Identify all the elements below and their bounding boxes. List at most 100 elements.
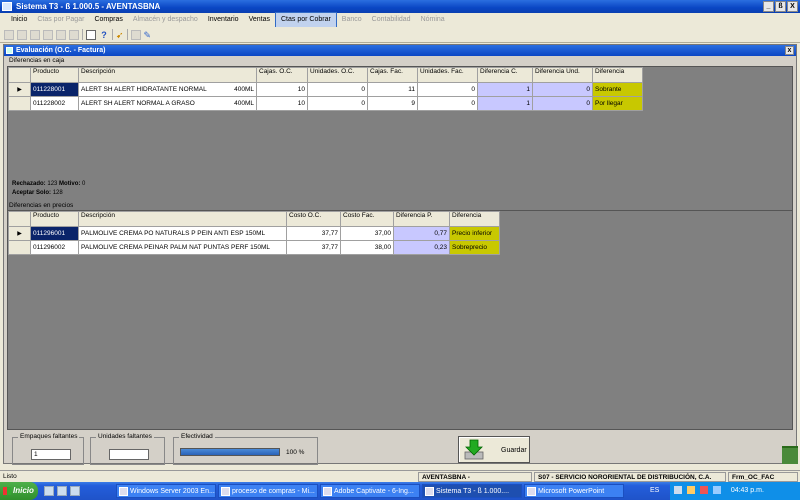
cell-descripcion[interactable]: ALERT SH ALERT NORMAL A GRASO 400ML bbox=[78, 96, 257, 111]
tray-network-icon[interactable] bbox=[674, 486, 682, 495]
cell-diferencia[interactable]: Sobreprecio bbox=[449, 240, 500, 255]
col-cajas-fac[interactable]: Cajas. Fac. bbox=[367, 67, 418, 83]
cell-costo-fac[interactable]: 38,00 bbox=[340, 240, 394, 255]
cell-costo-fac[interactable]: 37,00 bbox=[340, 226, 394, 241]
table-row[interactable]: 011228002 ALERT SH ALERT NORMAL A GRASO 4… bbox=[8, 96, 643, 111]
ie-icon[interactable] bbox=[70, 486, 80, 496]
app-titlebar[interactable]: Sistema T3 - ß 1.000.5 - AVENTASBNA _ ß … bbox=[0, 0, 800, 13]
task-proceso-compras[interactable]: proceso de compras - Mi... bbox=[218, 484, 318, 498]
new-icon[interactable] bbox=[4, 29, 14, 40]
task-adobe-captivate[interactable]: Adobe Captivate - 6-Ing... bbox=[320, 484, 420, 498]
menu-compras[interactable]: Compras bbox=[89, 13, 127, 27]
unidades-input[interactable] bbox=[109, 449, 149, 460]
help-icon[interactable]: ? bbox=[99, 30, 109, 40]
cell-diferencia[interactable]: Por llegar bbox=[592, 96, 643, 111]
col-descripcion[interactable]: Descripción bbox=[78, 211, 287, 227]
col-unidades-oc[interactable]: Unidades. O.C. bbox=[307, 67, 368, 83]
tray-volume-icon[interactable] bbox=[712, 486, 721, 495]
language-indicator[interactable]: ES bbox=[650, 482, 659, 500]
col-diferencia-p[interactable]: Diferencia P. bbox=[393, 211, 450, 227]
col-diferencia[interactable]: Diferencia bbox=[449, 211, 500, 227]
cell-cajas-fac[interactable]: 11 bbox=[367, 82, 418, 97]
cell-diferencia-p[interactable]: 0,23 bbox=[393, 240, 450, 255]
start-label: Inicio bbox=[13, 486, 34, 495]
cell-producto[interactable]: 011296002 bbox=[30, 240, 79, 255]
child-close-button[interactable]: x bbox=[785, 46, 794, 55]
close-button[interactable]: X bbox=[787, 1, 798, 12]
table-row[interactable]: ▶ 011296001 PALMOLIVE CREMA PO NATURALS … bbox=[8, 226, 500, 241]
child-titlebar[interactable]: Evaluación (O.C. - Factura) x bbox=[4, 45, 796, 56]
cell-costo-oc[interactable]: 37,77 bbox=[286, 240, 341, 255]
col-costo-fac[interactable]: Costo Fac. bbox=[340, 211, 394, 227]
col-producto[interactable]: Producto bbox=[30, 211, 79, 227]
cell-diferencia-c[interactable]: 1 bbox=[477, 82, 533, 97]
open-icon[interactable] bbox=[17, 29, 27, 40]
task-windows-server[interactable]: Windows Server 2003 En... bbox=[116, 484, 216, 498]
cell-unidades-fac[interactable]: 0 bbox=[417, 96, 478, 111]
cell-diferencia-p[interactable]: 0,77 bbox=[393, 226, 450, 241]
recycle-icon[interactable] bbox=[782, 446, 798, 464]
start-button[interactable]: Inicio bbox=[0, 482, 38, 500]
cell-unidades-fac[interactable]: 0 bbox=[417, 82, 478, 97]
task-sistema-t3[interactable]: Sistema T3 - ß 1.000.... bbox=[422, 484, 522, 498]
menu-ctas-por-pagar[interactable]: Ctas por Pagar bbox=[32, 13, 89, 27]
cell-descripcion[interactable]: PALMOLIVE CREMA PO NATURALS P PEIN ANTI … bbox=[78, 226, 287, 241]
task-icon bbox=[323, 487, 332, 496]
menu-almacen[interactable]: Almacén y despacho bbox=[128, 13, 203, 27]
menu-inicio[interactable]: Inicio bbox=[6, 13, 32, 27]
calculator-icon[interactable] bbox=[130, 29, 141, 40]
menu-contabilidad[interactable]: Contabilidad bbox=[367, 13, 416, 27]
guardar-button[interactable]: Guardar bbox=[458, 436, 530, 463]
cell-cajas-fac[interactable]: 9 bbox=[367, 96, 418, 111]
cell-cajas-oc[interactable]: 10 bbox=[256, 82, 308, 97]
cell-producto[interactable]: 011228002 bbox=[30, 96, 79, 111]
caja-header-row: Producto Descripción Cajas. O.C. Unidade… bbox=[8, 67, 643, 83]
col-producto[interactable]: Producto bbox=[30, 67, 79, 83]
cell-cajas-oc[interactable]: 10 bbox=[256, 96, 308, 111]
cancel-icon[interactable] bbox=[69, 29, 79, 40]
col-costo-oc[interactable]: Costo O.C. bbox=[286, 211, 341, 227]
cell-unidades-oc[interactable]: 0 bbox=[307, 82, 368, 97]
undo-icon[interactable] bbox=[56, 29, 66, 40]
cell-costo-oc[interactable]: 37,77 bbox=[286, 226, 341, 241]
tray-shield-icon[interactable] bbox=[686, 486, 695, 495]
menu-banco[interactable]: Banco bbox=[337, 13, 367, 27]
col-diferencia[interactable]: Diferencia bbox=[592, 67, 643, 83]
menu-inventario[interactable]: Inventario bbox=[203, 13, 244, 27]
arrow-icon[interactable]: ➹ bbox=[116, 30, 124, 40]
minimize-button[interactable]: _ bbox=[763, 1, 774, 12]
tray-alert-icon[interactable] bbox=[699, 486, 708, 495]
pen-icon[interactable]: ✎ bbox=[144, 30, 152, 40]
cell-diferencia-c[interactable]: 1 bbox=[477, 96, 533, 111]
maximize-button[interactable]: ß bbox=[775, 1, 786, 12]
show-desktop-icon[interactable] bbox=[44, 486, 54, 496]
menu-ctas-por-cobrar[interactable]: Ctas por Cobrar bbox=[275, 12, 337, 28]
col-unidades-fac[interactable]: Unidades. Fac. bbox=[417, 67, 478, 83]
empaques-input[interactable]: 1 bbox=[31, 449, 71, 460]
menu-nomina[interactable]: Nómina bbox=[416, 13, 450, 27]
col-diferencia-und[interactable]: Diferencia Und. bbox=[532, 67, 593, 83]
cell-diferencia-und[interactable]: 0 bbox=[532, 96, 593, 111]
col-descripcion[interactable]: Descripción bbox=[78, 67, 257, 83]
task-powerpoint[interactable]: Microsoft PowerPoint bbox=[524, 484, 624, 498]
delete-icon[interactable] bbox=[43, 29, 53, 40]
table-row[interactable]: ▶ 011228001 ALERT SH ALERT HIDRATANTE NO… bbox=[8, 82, 643, 97]
cell-unidades-oc[interactable]: 0 bbox=[307, 96, 368, 111]
cell-diferencia-und[interactable]: 0 bbox=[532, 82, 593, 97]
cell-diferencia[interactable]: Sobrante bbox=[592, 82, 643, 97]
row-indicator bbox=[8, 240, 31, 255]
cell-producto[interactable]: 011296001 bbox=[30, 226, 79, 241]
cell-descripcion[interactable]: ALERT SH ALERT HIDRATANTE NORMAL 400ML bbox=[78, 82, 257, 97]
print-icon[interactable] bbox=[86, 29, 96, 40]
clock[interactable]: 04:43 p.m. bbox=[731, 487, 764, 494]
menu-ventas[interactable]: Ventas bbox=[244, 13, 275, 27]
windows-flag-icon bbox=[3, 487, 11, 495]
cell-producto[interactable]: 011228001 bbox=[30, 82, 79, 97]
col-diferencia-c[interactable]: Diferencia C. bbox=[477, 67, 533, 83]
cell-descripcion[interactable]: PALMOLIVE CREMA PEINAR PALM NAT PUNTAS P… bbox=[78, 240, 287, 255]
save-icon[interactable] bbox=[30, 29, 40, 40]
cell-diferencia[interactable]: Precio inferior bbox=[449, 226, 500, 241]
col-cajas-oc[interactable]: Cajas. O.C. bbox=[256, 67, 308, 83]
explorer-icon[interactable] bbox=[57, 486, 67, 496]
table-row[interactable]: 011296002 PALMOLIVE CREMA PEINAR PALM NA… bbox=[8, 240, 500, 255]
